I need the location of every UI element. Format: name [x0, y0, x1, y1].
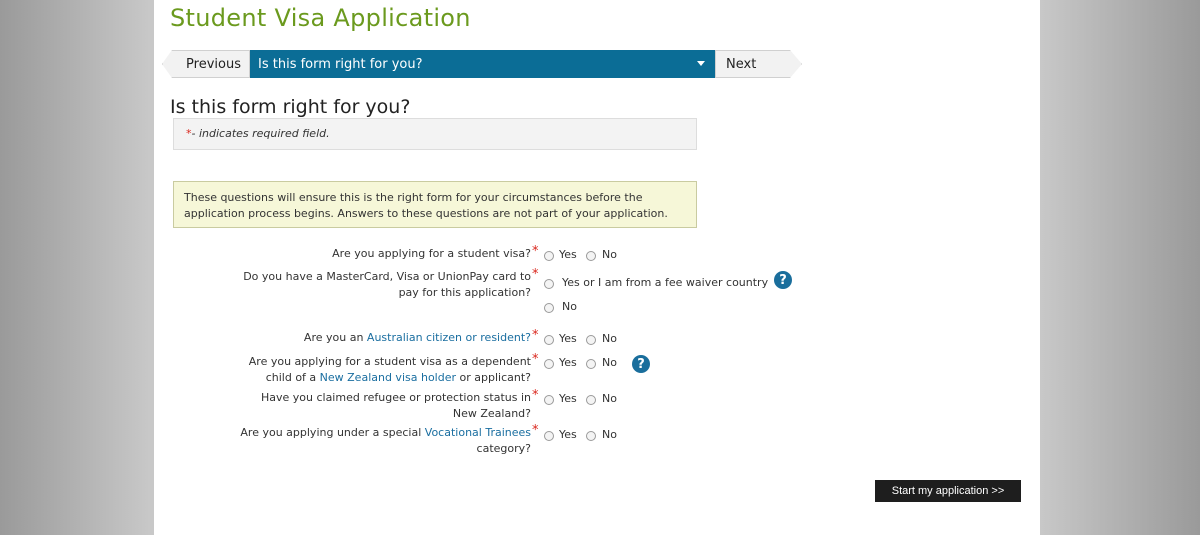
step-navigation: Previous Is this form right for you? Nex… — [162, 50, 802, 78]
info-box: These questions will ensure this is the … — [173, 181, 697, 228]
q2-yes-radio[interactable] — [544, 279, 554, 289]
question-australian-citizen: Are you an Australian citizen or residen… — [154, 330, 531, 346]
q2-yes-label: Yes or I am from a fee waiver country — [562, 276, 769, 289]
page-title: Student Visa Application — [170, 4, 471, 32]
help-icon[interactable]: ? — [774, 271, 792, 289]
start-application-button[interactable]: Start my application >> — [875, 480, 1021, 502]
required-note: - indicates required field. — [191, 127, 330, 140]
question-vocational-trainees: Are you applying under a special Vocatio… — [154, 425, 531, 457]
required-star: * — [532, 423, 539, 438]
question-student-visa: Are you applying for a student visa? — [154, 246, 531, 262]
question-label-line-1: Do you have a MasterCard, Visa or UnionP… — [243, 270, 531, 283]
question-label-pre: Are you applying under a special — [240, 426, 425, 439]
question-refugee-status: Have you claimed refugee or protection s… — [154, 390, 531, 422]
question-label-pre: child of a — [265, 371, 320, 384]
section-heading: Is this form right for you? — [170, 96, 411, 118]
vocational-trainees-link[interactable]: Vocational Trainees — [425, 426, 531, 439]
step-select[interactable]: Is this form right for you? — [250, 50, 715, 78]
next-button[interactable]: Next — [715, 50, 802, 78]
question-label-post: or applicant? — [456, 371, 532, 384]
australian-citizen-link[interactable]: Australian citizen or resident? — [367, 331, 531, 344]
question-dependent-child: Are you applying for a student visa as a… — [154, 354, 531, 386]
q5-no-radio[interactable] — [586, 395, 596, 405]
required-star: * — [532, 328, 539, 343]
question-label: Are you applying for a student visa? — [332, 247, 531, 260]
application-page: Student Visa Application Previous Is thi… — [154, 0, 1040, 535]
q4-yes-label: Yes — [559, 356, 577, 369]
required-star: * — [532, 388, 539, 403]
question-label-line-2: category? — [476, 442, 531, 455]
q6-no-label: No — [602, 428, 617, 441]
q1-yes-radio[interactable] — [544, 251, 554, 261]
q4-yes-radio[interactable] — [544, 359, 554, 369]
q3-no-label: No — [602, 332, 617, 345]
info-line-2: application process begins. Answers to t… — [184, 207, 668, 220]
question-label-line-2: New Zealand? — [452, 407, 531, 420]
q2-no-radio[interactable] — [544, 303, 554, 313]
q1-no-label: No — [602, 248, 617, 261]
required-star: * — [532, 267, 539, 282]
info-line-1: These questions will ensure this is the … — [184, 191, 643, 204]
previous-button[interactable]: Previous — [162, 50, 250, 78]
required-star: * — [532, 352, 539, 367]
step-select-label: Is this form right for you? — [258, 56, 423, 72]
q6-yes-radio[interactable] — [544, 431, 554, 441]
q5-yes-label: Yes — [559, 392, 577, 405]
help-icon[interactable]: ? — [632, 355, 650, 373]
q6-yes-label: Yes — [559, 428, 577, 441]
nz-visa-holder-link[interactable]: New Zealand visa holder — [320, 371, 456, 384]
question-label: Are you an — [303, 331, 367, 344]
q3-no-radio[interactable] — [586, 335, 596, 345]
chevron-down-icon — [697, 61, 705, 66]
q4-no-radio[interactable] — [586, 359, 596, 369]
question-card-payment: Do you have a MasterCard, Visa or UnionP… — [154, 269, 531, 301]
question-label-line-1: Have you claimed refugee or protection s… — [260, 391, 531, 404]
required-note-box: *- indicates required field. — [173, 118, 697, 150]
question-label-line-2: pay for this application? — [398, 286, 531, 299]
question-label-line-1: Are you applying for a student visa as a… — [248, 355, 531, 368]
q3-yes-radio[interactable] — [544, 335, 554, 345]
q2-no-label: No — [562, 300, 577, 313]
q3-yes-label: Yes — [559, 332, 577, 345]
q5-no-label: No — [602, 392, 617, 405]
q1-no-radio[interactable] — [586, 251, 596, 261]
required-star: * — [532, 244, 539, 259]
question-label-line-1: Are you applying under a special Vocatio… — [154, 425, 531, 441]
question-label-line-2: child of a New Zealand visa holder or ap… — [154, 370, 531, 386]
q4-no-label: No — [602, 356, 617, 369]
q5-yes-radio[interactable] — [544, 395, 554, 405]
q1-yes-label: Yes — [559, 248, 577, 261]
q6-no-radio[interactable] — [586, 431, 596, 441]
